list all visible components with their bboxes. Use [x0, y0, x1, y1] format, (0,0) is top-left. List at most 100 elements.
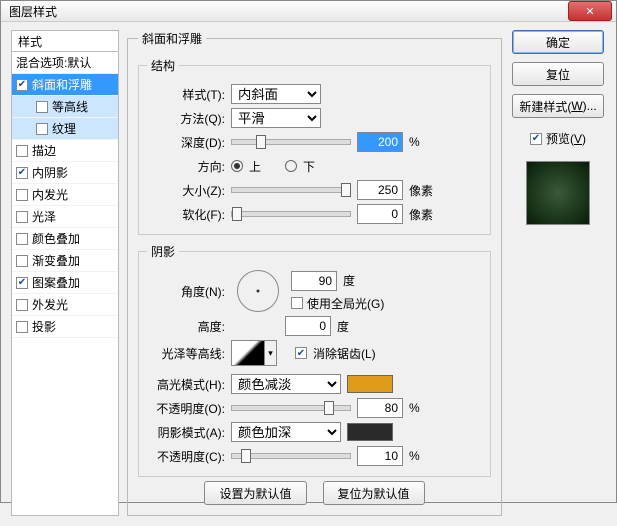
make-default-button[interactable]: 设置为默认值 — [204, 481, 306, 505]
global-light-label: 使用全局光(G) — [307, 295, 384, 312]
depth-input[interactable]: 200 — [357, 132, 403, 152]
style-row[interactable]: 渐变叠加 — [12, 250, 118, 272]
angle-label: 角度(N): — [147, 283, 225, 300]
styles-list: 混合选项:默认 ✔ 斜面和浮雕等高线纹理描边 ✔ 内阴影内发光光泽颜色叠加渐变叠加 ✔ 图… — [11, 52, 119, 516]
style-row[interactable]: 颜色叠加 — [12, 228, 118, 250]
preview-checkbox[interactable]: ✔ — [530, 133, 542, 145]
style-row[interactable]: 投影 — [12, 316, 118, 338]
style-label: 光泽 — [32, 208, 56, 225]
style-label: 描边 — [32, 142, 56, 159]
gloss-contour-picker[interactable] — [231, 340, 265, 366]
style-checkbox[interactable]: ✔ — [16, 79, 28, 91]
style-checkbox[interactable]: ✔ — [16, 167, 28, 179]
bevel-emboss-group: 斜面和浮雕 结构 样式(T): 内斜面 方法(Q): 平滑 深度(D): 200 — [127, 30, 502, 516]
shadow-color-swatch[interactable] — [347, 423, 393, 441]
style-row[interactable]: 等高线 — [12, 96, 118, 118]
action-panel: 确定 复位 新建样式(W)... ✔ 预览(V) — [510, 30, 606, 516]
reset-default-button[interactable]: 复位为默认值 — [323, 481, 425, 505]
style-row[interactable]: 纹理 — [12, 118, 118, 140]
structure-title: 结构 — [147, 57, 179, 74]
cancel-button[interactable]: 复位 — [512, 62, 604, 86]
style-row[interactable]: 外发光 — [12, 294, 118, 316]
blending-options-row[interactable]: 混合选项:默认 — [12, 52, 118, 74]
soften-input[interactable]: 0 — [357, 204, 403, 224]
altitude-input[interactable]: 0 — [285, 316, 331, 336]
options-panel: 斜面和浮雕 结构 样式(T): 内斜面 方法(Q): 平滑 深度(D): 200 — [127, 30, 502, 516]
style-select[interactable]: 内斜面 — [231, 84, 321, 104]
group-title: 斜面和浮雕 — [138, 30, 206, 47]
technique-label: 方法(Q): — [147, 110, 225, 127]
size-label: 大小(Z): — [147, 182, 225, 199]
soften-unit: 像素 — [409, 206, 437, 223]
antialias-label: 消除锯齿(L) — [313, 345, 376, 362]
style-label: 外发光 — [32, 296, 68, 313]
style-label: 纹理 — [52, 120, 76, 137]
altitude-unit: 度 — [337, 318, 349, 335]
gloss-contour-label: 光泽等高线: — [147, 345, 225, 362]
highlight-opacity-slider[interactable] — [231, 405, 351, 411]
style-checkbox[interactable] — [16, 321, 28, 333]
styles-panel: 样式 混合选项:默认 ✔ 斜面和浮雕等高线纹理描边 ✔ 内阴影内发光光泽颜色叠加渐变叠… — [11, 30, 119, 516]
style-checkbox[interactable] — [16, 189, 28, 201]
shading-title: 阴影 — [147, 243, 179, 260]
style-label: 渐变叠加 — [32, 252, 80, 269]
layer-style-dialog: 图层样式 ✕ 样式 混合选项:默认 ✔ 斜面和浮雕等高线纹理描边 ✔ 内阴影内发光光泽… — [0, 0, 617, 503]
soften-slider[interactable] — [231, 211, 351, 217]
style-label: 投影 — [32, 318, 56, 335]
close-button[interactable]: ✕ — [568, 1, 612, 21]
styles-header: 样式 — [11, 30, 119, 52]
style-checkbox[interactable] — [36, 101, 48, 113]
style-row[interactable]: ✔ 图案叠加 — [12, 272, 118, 294]
highlight-mode-select[interactable]: 颜色减淡 — [231, 374, 341, 394]
preview-label: 预览(V) — [546, 130, 586, 147]
titlebar: 图层样式 ✕ — [1, 1, 616, 22]
global-light-checkbox[interactable] — [291, 297, 303, 309]
style-row[interactable]: 描边 — [12, 140, 118, 162]
angle-input[interactable]: 90 — [291, 271, 337, 291]
new-style-button[interactable]: 新建样式(W)... — [512, 94, 604, 118]
style-checkbox[interactable] — [16, 211, 28, 223]
style-label: 内阴影 — [32, 164, 68, 181]
technique-select[interactable]: 平滑 — [231, 108, 321, 128]
shadow-mode-label: 阴影模式(A): — [147, 424, 225, 441]
style-checkbox[interactable] — [16, 255, 28, 267]
style-row[interactable]: 内发光 — [12, 184, 118, 206]
direction-down-radio[interactable] — [285, 160, 297, 172]
shadow-mode-select[interactable]: 颜色加深 — [231, 422, 341, 442]
style-label: 样式(T): — [147, 86, 225, 103]
direction-down-label: 下 — [303, 158, 315, 175]
depth-label: 深度(D): — [147, 134, 225, 151]
style-row[interactable]: 光泽 — [12, 206, 118, 228]
size-input[interactable]: 250 — [357, 180, 403, 200]
depth-slider[interactable] — [231, 139, 351, 145]
shading-group: 阴影 角度(N): 90 度 使用全局光(G) — [138, 243, 491, 477]
style-row[interactable]: ✔ 斜面和浮雕 — [12, 74, 118, 96]
style-checkbox[interactable] — [16, 233, 28, 245]
shadow-opacity-slider[interactable] — [231, 453, 351, 459]
style-row[interactable]: ✔ 内阴影 — [12, 162, 118, 184]
gloss-contour-dropdown[interactable]: ▾ — [265, 340, 277, 366]
direction-up-radio[interactable] — [231, 160, 243, 172]
preview-thumbnail — [526, 161, 590, 225]
style-checkbox[interactable] — [16, 145, 28, 157]
antialias-checkbox[interactable]: ✔ — [295, 347, 307, 359]
angle-unit: 度 — [343, 272, 355, 289]
style-label: 图案叠加 — [32, 274, 80, 291]
size-unit: 像素 — [409, 182, 437, 199]
highlight-opacity-input[interactable]: 80 — [357, 398, 403, 418]
style-label: 颜色叠加 — [32, 230, 80, 247]
ok-button[interactable]: 确定 — [512, 30, 604, 54]
style-label: 斜面和浮雕 — [32, 76, 92, 93]
style-checkbox[interactable] — [16, 299, 28, 311]
style-label: 内发光 — [32, 186, 68, 203]
shadow-opacity-input[interactable]: 10 — [357, 446, 403, 466]
angle-dial[interactable] — [237, 270, 279, 312]
style-checkbox[interactable] — [36, 123, 48, 135]
shadow-opacity-label: 不透明度(C): — [147, 448, 225, 465]
highlight-color-swatch[interactable] — [347, 375, 393, 393]
style-checkbox[interactable]: ✔ — [16, 277, 28, 289]
window-title: 图层样式 — [1, 3, 568, 20]
size-slider[interactable] — [231, 187, 351, 193]
direction-label: 方向: — [147, 158, 225, 175]
dialog-body: 样式 混合选项:默认 ✔ 斜面和浮雕等高线纹理描边 ✔ 内阴影内发光光泽颜色叠加渐变叠… — [1, 22, 616, 526]
